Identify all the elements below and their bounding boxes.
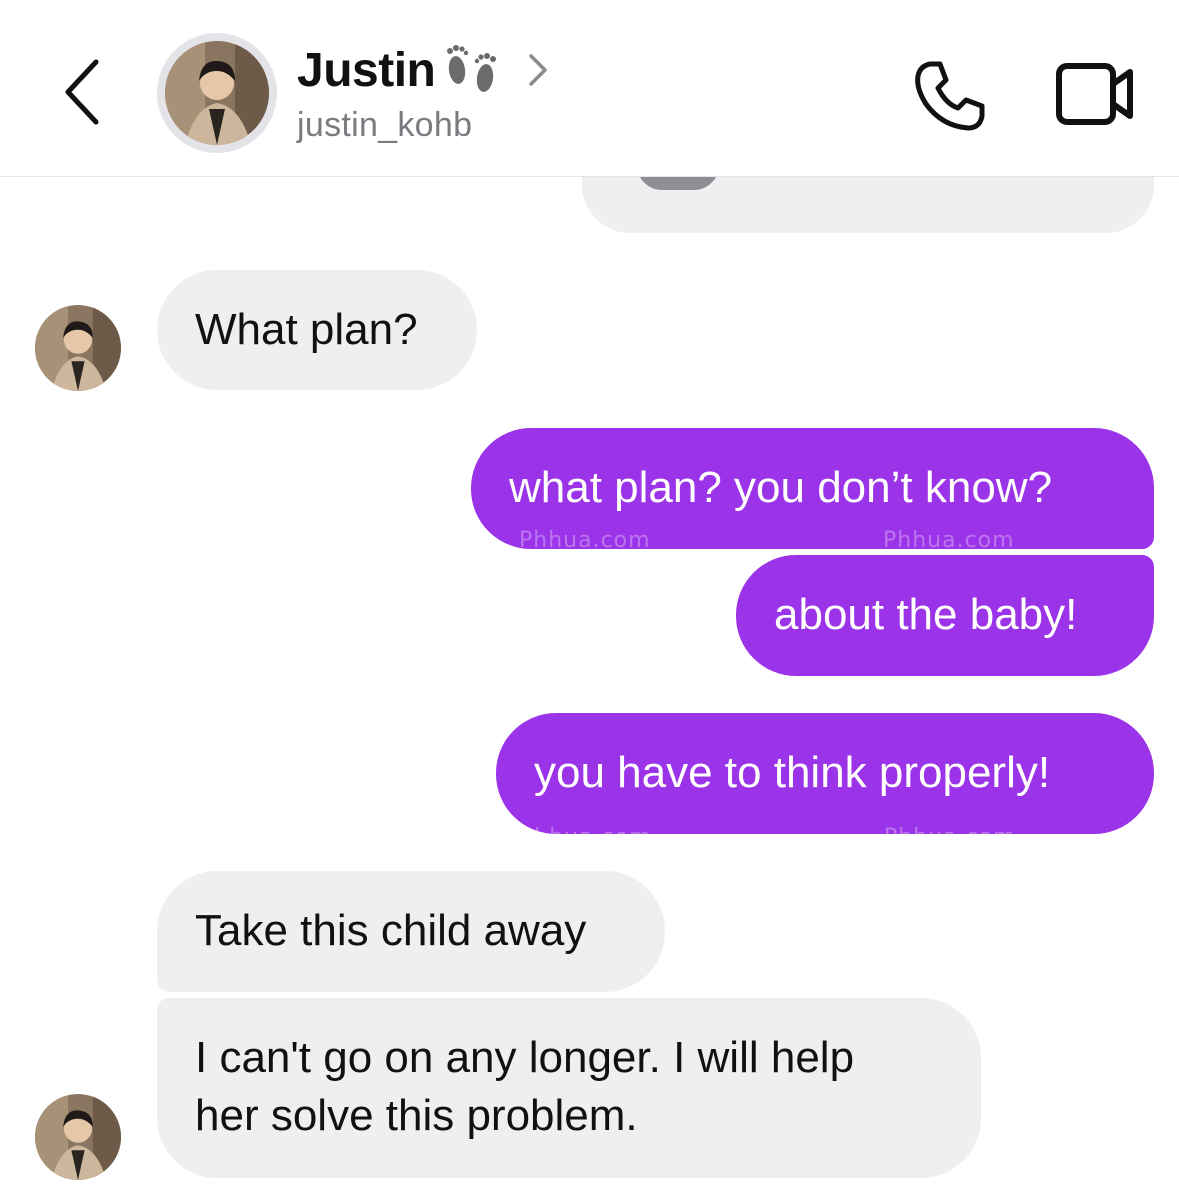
contact-username: justin_kohb <box>297 106 473 144</box>
message-bubble-incoming[interactable]: What plan? <box>157 270 477 390</box>
message-text-line: her solve this problem. <box>195 1091 638 1140</box>
conversation-title[interactable]: Justin justin_kohb <box>297 40 553 150</box>
message-bubble-incoming[interactable]: I can't go on any longer. I will help he… <box>157 998 981 1178</box>
back-button[interactable] <box>52 56 112 128</box>
message-bubble-incoming[interactable]: Take this child away <box>157 871 665 992</box>
dm-thread-screen: Justin justin_kohb What plan? what plan?… <box>0 0 1179 1194</box>
chat-header: Justin justin_kohb <box>0 0 1179 177</box>
phone-icon <box>915 61 985 131</box>
message-bubble-outgoing[interactable]: about the baby! <box>736 555 1154 676</box>
sender-avatar[interactable] <box>35 1094 121 1180</box>
message-text: you have to think properly! <box>534 748 1051 797</box>
avatar <box>165 41 269 145</box>
message-text: Take this child away <box>195 906 587 955</box>
footprints-icon <box>447 45 497 92</box>
chevron-right-icon <box>529 54 548 86</box>
message-text: about the baby! <box>774 590 1078 639</box>
video-call-button[interactable] <box>1054 60 1136 128</box>
message-text: what plan? you don’t know? <box>509 463 1053 512</box>
audio-call-button[interactable] <box>912 58 988 134</box>
sender-avatar[interactable] <box>35 305 121 391</box>
video-camera-icon <box>1056 63 1133 125</box>
chevron-left-icon <box>65 59 99 125</box>
message-bubble-outgoing[interactable]: what plan? you don’t know? Phhua.com Phh… <box>471 428 1154 553</box>
message-text: What plan? <box>195 305 418 354</box>
message-bubble-outgoing[interactable]: you have to think properly! Phhua.com Ph… <box>496 713 1154 850</box>
watermark: Phhua.com <box>520 825 652 850</box>
message-text-line: I can't go on any longer. I will help <box>195 1033 855 1082</box>
name-row: Justin <box>297 40 553 100</box>
watermark: Phhua.com <box>884 825 1016 850</box>
contact-name: Justin <box>297 43 436 97</box>
watermark: Phhua.com <box>519 528 651 553</box>
header-avatar[interactable] <box>157 33 277 153</box>
